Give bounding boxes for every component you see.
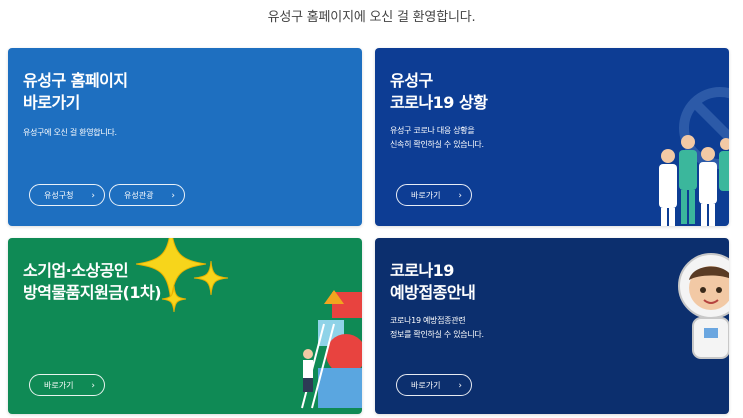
card-title: 유성구 코로나19 상황 <box>390 71 488 112</box>
astronaut-mascot-illustration <box>678 253 729 359</box>
chevron-right-icon: › <box>458 381 462 391</box>
blocks-ladder-illustration <box>301 290 362 409</box>
yuseong-tourism-button[interactable]: 유성관광 › <box>109 184 185 206</box>
go-button[interactable]: 바로가기 › <box>29 374 105 396</box>
card-covid-status: 유성구 코로나19 상황 유성구 코로나 대응 상황을 신속히 확인하실 수 있… <box>375 48 729 226</box>
card-description: 코로나19 예방접종관련 정보를 확인하실 수 있습니다. <box>390 316 484 339</box>
go-button[interactable]: 바로가기 › <box>396 374 472 396</box>
medical-staff-illustration <box>659 135 729 226</box>
button-label: 바로가기 <box>44 381 74 390</box>
card-description: 유성구에 오신 걸 환영합니다. <box>23 128 117 137</box>
button-label: 바로가기 <box>411 191 441 200</box>
card-homepage: 유성구 홈페이지 바로가기 유성구에 오신 걸 환영합니다. 유성구청 › 유성… <box>8 48 362 226</box>
card-description: 유성구 코로나 대응 상황을 신속히 확인하실 수 있습니다. <box>390 126 484 149</box>
button-label: 바로가기 <box>411 381 441 390</box>
button-label: 유성관광 <box>124 191 154 200</box>
card-title: 유성구 홈페이지 바로가기 <box>23 71 128 112</box>
card-quarantine-subsidy: 소기업·소상공인 방역물품지원금(1차) 바로가기 › <box>8 238 362 414</box>
chevron-right-icon: › <box>91 381 95 391</box>
card-title: 소기업·소상공인 방역물품지원금(1차) <box>23 261 162 302</box>
yuseong-office-button[interactable]: 유성구청 › <box>29 184 105 206</box>
welcome-text: 유성구 홈페이지에 오신 걸 환영합니다. <box>267 10 476 25</box>
chevron-right-icon: › <box>91 191 95 201</box>
chevron-right-icon: › <box>171 191 175 201</box>
card-title: 코로나19 예방접종안내 <box>390 261 476 302</box>
card-vaccination-info: 코로나19 예방접종안내 코로나19 예방접종관련 정보를 확인하실 수 있습니… <box>375 238 729 414</box>
go-button[interactable]: 바로가기 › <box>396 184 472 206</box>
chevron-right-icon: › <box>458 191 462 201</box>
button-label: 유성구청 <box>44 191 74 200</box>
